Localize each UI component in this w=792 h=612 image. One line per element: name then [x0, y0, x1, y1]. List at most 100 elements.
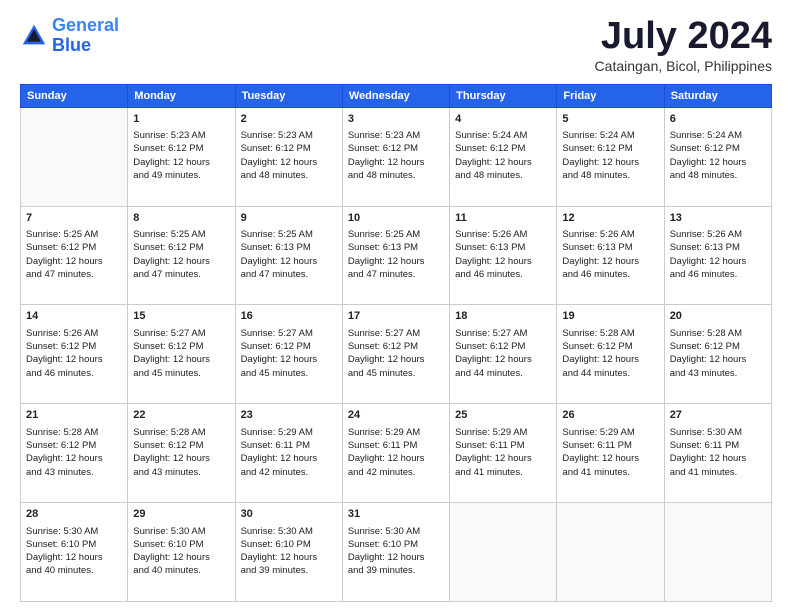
calendar-cell: 1Sunrise: 5:23 AMSunset: 6:12 PMDaylight… — [128, 107, 235, 206]
calendar-body: 1Sunrise: 5:23 AMSunset: 6:12 PMDaylight… — [21, 107, 772, 601]
day-info-line: Sunrise: 5:25 AM — [241, 228, 337, 241]
calendar-cell: 12Sunrise: 5:26 AMSunset: 6:13 PMDayligh… — [557, 206, 664, 305]
day-info-line: Sunset: 6:12 PM — [670, 142, 766, 155]
day-info-line: Sunrise: 5:26 AM — [562, 228, 658, 241]
day-info-line: and 41 minutes. — [562, 466, 658, 479]
day-number: 31 — [348, 507, 444, 522]
calendar-table: SundayMondayTuesdayWednesdayThursdayFrid… — [20, 84, 772, 602]
day-info-line: Sunset: 6:12 PM — [133, 142, 229, 155]
day-info-line: Daylight: 12 hours — [348, 353, 444, 366]
header: General Blue July 2024 Cataingan, Bicol,… — [20, 16, 772, 74]
day-number: 21 — [26, 408, 122, 423]
day-info-line: Sunrise: 5:24 AM — [670, 129, 766, 142]
calendar-cell: 3Sunrise: 5:23 AMSunset: 6:12 PMDaylight… — [342, 107, 449, 206]
day-info-line: Sunrise: 5:27 AM — [348, 327, 444, 340]
day-info-line: and 40 minutes. — [133, 564, 229, 577]
calendar-cell: 15Sunrise: 5:27 AMSunset: 6:12 PMDayligh… — [128, 305, 235, 404]
calendar-cell: 26Sunrise: 5:29 AMSunset: 6:11 PMDayligh… — [557, 404, 664, 503]
logo-text: General Blue — [52, 16, 119, 56]
weekday-header-wednesday: Wednesday — [342, 84, 449, 107]
day-info-line: Sunrise: 5:27 AM — [455, 327, 551, 340]
calendar-cell: 10Sunrise: 5:25 AMSunset: 6:13 PMDayligh… — [342, 206, 449, 305]
day-info-line: Daylight: 12 hours — [348, 551, 444, 564]
day-number: 12 — [562, 211, 658, 226]
calendar-cell: 22Sunrise: 5:28 AMSunset: 6:12 PMDayligh… — [128, 404, 235, 503]
calendar-cell: 14Sunrise: 5:26 AMSunset: 6:12 PMDayligh… — [21, 305, 128, 404]
day-info-line: Sunrise: 5:26 AM — [455, 228, 551, 241]
day-info-line: Sunset: 6:12 PM — [26, 241, 122, 254]
weekday-header-monday: Monday — [128, 84, 235, 107]
weekday-header-thursday: Thursday — [450, 84, 557, 107]
day-info-line: Daylight: 12 hours — [455, 255, 551, 268]
day-info-line: Sunrise: 5:27 AM — [241, 327, 337, 340]
day-info-line: and 44 minutes. — [455, 367, 551, 380]
day-number: 5 — [562, 112, 658, 127]
day-info-line: Sunset: 6:11 PM — [455, 439, 551, 452]
day-info-line: Sunrise: 5:28 AM — [562, 327, 658, 340]
day-info-line: Sunset: 6:13 PM — [562, 241, 658, 254]
calendar-cell: 18Sunrise: 5:27 AMSunset: 6:12 PMDayligh… — [450, 305, 557, 404]
day-info-line: Sunrise: 5:30 AM — [241, 525, 337, 538]
day-info-line: Daylight: 12 hours — [348, 255, 444, 268]
calendar-cell: 24Sunrise: 5:29 AMSunset: 6:11 PMDayligh… — [342, 404, 449, 503]
logo-blue: Blue — [52, 35, 91, 55]
day-info-line: and 45 minutes. — [241, 367, 337, 380]
title-block: July 2024 Cataingan, Bicol, Philippines — [595, 16, 772, 74]
day-number: 1 — [133, 112, 229, 127]
day-info-line: Daylight: 12 hours — [562, 156, 658, 169]
day-info-line: Sunset: 6:12 PM — [133, 241, 229, 254]
day-number: 7 — [26, 211, 122, 226]
day-info-line: and 41 minutes. — [670, 466, 766, 479]
day-info-line: and 45 minutes. — [348, 367, 444, 380]
day-number: 9 — [241, 211, 337, 226]
day-number: 25 — [455, 408, 551, 423]
day-number: 28 — [26, 507, 122, 522]
day-info-line: Sunset: 6:12 PM — [26, 340, 122, 353]
calendar-cell: 2Sunrise: 5:23 AMSunset: 6:12 PMDaylight… — [235, 107, 342, 206]
day-number: 17 — [348, 309, 444, 324]
calendar-week-row: 1Sunrise: 5:23 AMSunset: 6:12 PMDaylight… — [21, 107, 772, 206]
day-info-line: Daylight: 12 hours — [241, 255, 337, 268]
calendar-week-row: 14Sunrise: 5:26 AMSunset: 6:12 PMDayligh… — [21, 305, 772, 404]
day-info-line: Daylight: 12 hours — [455, 452, 551, 465]
calendar-cell — [21, 107, 128, 206]
day-info-line: Sunset: 6:12 PM — [562, 142, 658, 155]
calendar-cell: 4Sunrise: 5:24 AMSunset: 6:12 PMDaylight… — [450, 107, 557, 206]
day-info-line: Sunrise: 5:23 AM — [133, 129, 229, 142]
calendar-cell: 27Sunrise: 5:30 AMSunset: 6:11 PMDayligh… — [664, 404, 771, 503]
day-info-line: and 43 minutes. — [670, 367, 766, 380]
logo: General Blue — [20, 16, 119, 56]
day-number: 15 — [133, 309, 229, 324]
day-info-line: Daylight: 12 hours — [133, 255, 229, 268]
day-info-line: Daylight: 12 hours — [26, 551, 122, 564]
day-info-line: Sunrise: 5:30 AM — [26, 525, 122, 538]
day-info-line: and 47 minutes. — [348, 268, 444, 281]
day-info-line: Sunset: 6:13 PM — [241, 241, 337, 254]
day-info-line: Sunrise: 5:26 AM — [26, 327, 122, 340]
day-info-line: Daylight: 12 hours — [562, 452, 658, 465]
calendar-cell: 11Sunrise: 5:26 AMSunset: 6:13 PMDayligh… — [450, 206, 557, 305]
calendar-cell: 19Sunrise: 5:28 AMSunset: 6:12 PMDayligh… — [557, 305, 664, 404]
calendar-cell: 30Sunrise: 5:30 AMSunset: 6:10 PMDayligh… — [235, 503, 342, 602]
day-info-line: and 48 minutes. — [562, 169, 658, 182]
calendar-cell: 28Sunrise: 5:30 AMSunset: 6:10 PMDayligh… — [21, 503, 128, 602]
day-info-line: Daylight: 12 hours — [348, 156, 444, 169]
calendar-cell: 23Sunrise: 5:29 AMSunset: 6:11 PMDayligh… — [235, 404, 342, 503]
day-info-line: and 42 minutes. — [348, 466, 444, 479]
day-number: 29 — [133, 507, 229, 522]
day-info-line: Sunrise: 5:28 AM — [670, 327, 766, 340]
day-info-line: Sunset: 6:12 PM — [348, 142, 444, 155]
weekday-header-row: SundayMondayTuesdayWednesdayThursdayFrid… — [21, 84, 772, 107]
calendar-cell: 21Sunrise: 5:28 AMSunset: 6:12 PMDayligh… — [21, 404, 128, 503]
day-number: 14 — [26, 309, 122, 324]
day-info-line: Daylight: 12 hours — [670, 255, 766, 268]
day-number: 13 — [670, 211, 766, 226]
day-info-line: Sunset: 6:12 PM — [133, 340, 229, 353]
day-number: 27 — [670, 408, 766, 423]
day-info-line: and 44 minutes. — [562, 367, 658, 380]
day-info-line: Sunrise: 5:24 AM — [562, 129, 658, 142]
day-info-line: Sunset: 6:12 PM — [670, 340, 766, 353]
day-info-line: Sunset: 6:11 PM — [562, 439, 658, 452]
day-info-line: and 47 minutes. — [133, 268, 229, 281]
day-info-line: Sunrise: 5:30 AM — [348, 525, 444, 538]
